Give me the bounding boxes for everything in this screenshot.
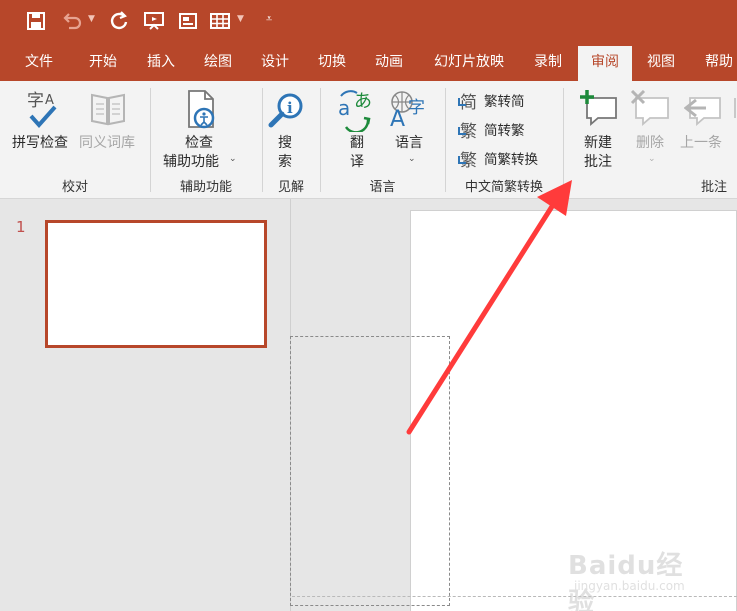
translate-button[interactable]: 译 <box>350 151 364 171</box>
table-dropdown-icon[interactable]: ▼ <box>237 14 244 24</box>
traditional-to-simplified-button[interactable]: 繁转简 <box>484 90 525 110</box>
spell-check-button[interactable]: 拼写检查 <box>12 132 68 152</box>
new-comment-button[interactable]: 批注 <box>584 151 612 171</box>
new-comment-icon <box>580 90 617 126</box>
thesaurus-button[interactable]: 同义词库 <box>79 132 135 152</box>
svg-text:A: A <box>390 107 405 128</box>
language-icon: A 字 <box>390 91 425 128</box>
search-button[interactable]: 索 <box>278 151 292 171</box>
language-group-label: 语言 <box>369 180 396 195</box>
present-from-beginning-icon[interactable] <box>142 9 166 33</box>
group-divider <box>563 88 564 192</box>
thesaurus-icon <box>91 93 125 126</box>
svg-text:i: i <box>287 99 293 117</box>
quick-access-toolbar: ▼ ▼ ⩡ <box>0 0 737 44</box>
comments-group-label: 批注 <box>700 180 727 195</box>
spell-check-icon: 字 A <box>27 91 57 129</box>
tab-design[interactable]: 设计 <box>248 44 302 81</box>
tab-view[interactable]: 视图 <box>634 44 688 81</box>
previous-comment-button[interactable]: 上一条 <box>680 132 722 152</box>
svg-text:あ: あ <box>354 91 372 112</box>
proofing-group-label: 校对 <box>61 180 88 195</box>
chinese-conversion-group-label: 中文简繁转换 <box>464 180 543 195</box>
chinese-convert-icon: 繁 <box>458 151 477 171</box>
review-ribbon: 字 A 拼写检查 同义词库 校对 检查 辅助功能 ⌄ 辅助功能 i 搜 索 见解… <box>0 81 737 199</box>
svg-text:字: 字 <box>408 98 425 118</box>
svg-text:a: a <box>338 96 350 120</box>
tab-home[interactable]: 开始 <box>76 44 130 81</box>
simplified-to-traditional-icon: 繁 <box>458 122 477 142</box>
tab-review[interactable]: 审阅 <box>578 46 632 81</box>
check-accessibility-line1[interactable]: 检查 <box>185 132 213 152</box>
search-line1[interactable]: 搜 <box>278 132 292 152</box>
accessibility-check-icon <box>188 90 215 129</box>
traditional-to-simplified-icon: 简 <box>458 93 477 113</box>
search-icon: i <box>268 93 303 128</box>
svg-text:字: 字 <box>27 91 44 111</box>
save-icon[interactable] <box>24 9 48 33</box>
ribbon-tabs: 文件 开始 插入 绘图 设计 切换 动画 幻灯片放映 录制 审阅 视图 帮助 <box>0 44 737 81</box>
language-button[interactable]: 语言 <box>395 132 423 152</box>
watermark-url: jingyan.baidu.com <box>574 579 685 593</box>
delete-comment-button[interactable]: 删除 <box>636 132 664 152</box>
translate-icon: a あ <box>338 90 372 132</box>
baidu-watermark: Baidu经验 jingyan.baidu.com <box>560 545 710 611</box>
chevron-down-icon[interactable]: ⌄ <box>648 154 656 164</box>
simplified-to-traditional-button[interactable]: 简转繁 <box>484 119 525 139</box>
slide-number: 1 <box>16 218 26 236</box>
text-placeholder[interactable] <box>290 336 450 606</box>
tab-record[interactable]: 录制 <box>521 44 575 81</box>
next-comment-icon <box>734 98 736 118</box>
check-accessibility-button[interactable]: 辅助功能 <box>163 151 219 171</box>
chevron-down-icon[interactable]: ⌄ <box>229 154 237 164</box>
chevron-down-icon[interactable]: ⌄ <box>408 154 416 164</box>
customize-qat-icon[interactable]: ⩡ <box>266 12 272 26</box>
new-comment-line1[interactable]: 新建 <box>584 132 612 152</box>
redo-icon[interactable] <box>107 9 131 33</box>
chinese-convert-button[interactable]: 简繁转换 <box>484 148 538 168</box>
watermark-brand: Baidu经验 <box>568 551 684 611</box>
tab-draw[interactable]: 绘图 <box>191 44 245 81</box>
slide-thumbnail[interactable] <box>45 220 267 348</box>
previous-comment-icon <box>684 97 721 126</box>
insights-group-label: 见解 <box>277 180 304 195</box>
accessibility-group-label: 辅助功能 <box>179 180 232 195</box>
powerpoint-window: { "tabs": ["文件", "开始", "插入", "绘图", "设计",… <box>0 0 737 611</box>
tab-insert[interactable]: 插入 <box>134 44 188 81</box>
translate-line1[interactable]: 翻 <box>350 132 364 152</box>
slide-thumbnails-pane: 1 <box>0 199 291 611</box>
touch-mode-icon[interactable] <box>176 9 200 33</box>
tab-transitions[interactable]: 切换 <box>305 44 359 81</box>
svg-text:A: A <box>45 93 54 108</box>
undo-dropdown-icon[interactable]: ▼ <box>88 14 95 24</box>
tab-help[interactable]: 帮助 <box>692 44 737 81</box>
tab-animations[interactable]: 动画 <box>362 44 416 81</box>
tab-file[interactable]: 文件 <box>12 44 66 81</box>
undo-icon[interactable] <box>60 9 84 33</box>
delete-comment-icon <box>630 90 669 126</box>
table-icon[interactable] <box>208 9 232 33</box>
tab-slideshow[interactable]: 幻灯片放映 <box>424 44 514 81</box>
